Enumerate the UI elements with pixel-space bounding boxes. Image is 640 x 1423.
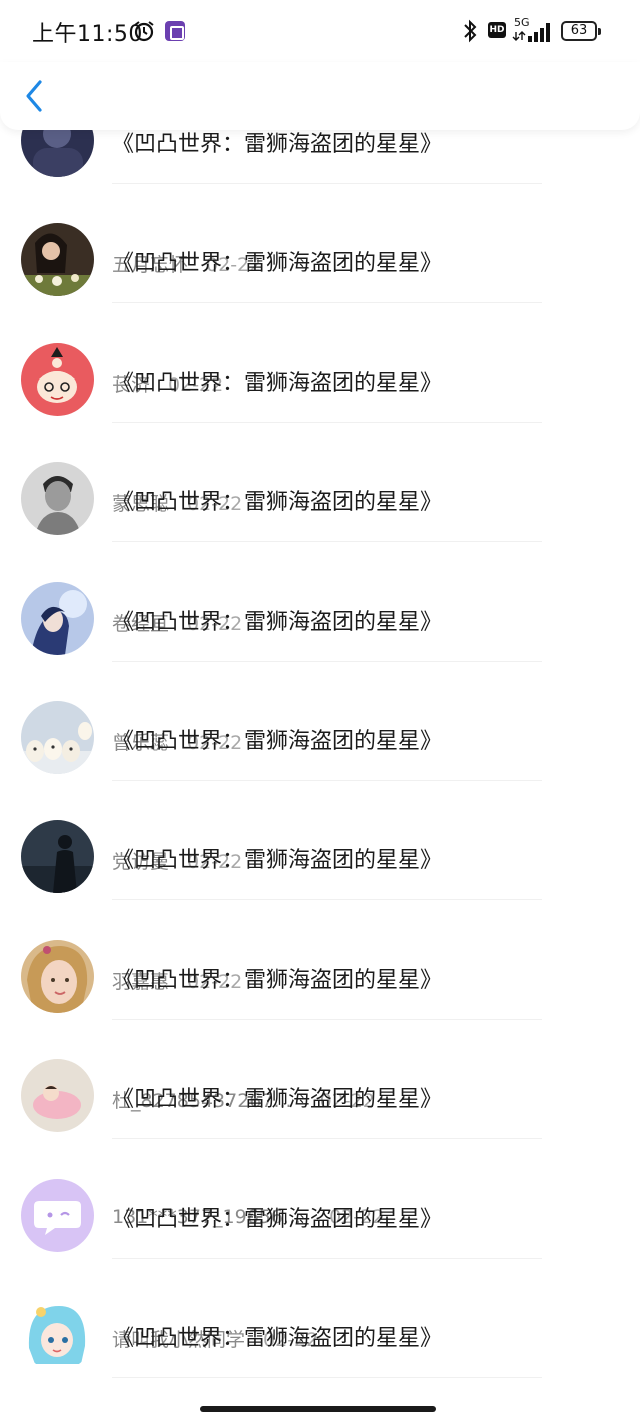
comment-item[interactable]: 卷经亘 02-22 《凹凸世界：雷狮海盗团的星星》 — [0, 559, 640, 678]
avatar[interactable] — [21, 1298, 94, 1371]
comment-text: 《凹凸世界：雷狮海盗团的星星》 — [112, 848, 443, 874]
divider — [112, 1018, 542, 1020]
comment-item[interactable]: 羽嘉惠 02-22 《凹凸世界：雷狮海盗团的星星》 — [0, 917, 640, 1036]
divider — [112, 302, 542, 304]
divider — [112, 1377, 542, 1378]
back-button[interactable] — [18, 76, 54, 116]
comment-item[interactable]: 苌济 02-22 《凹凸世界：雷狮海盗团的星星》 — [0, 320, 640, 439]
comment-text: 《凹凸世界：雷狮海盗团的星星》 — [112, 609, 443, 635]
comment-item[interactable]: 党访曼 02-22 《凹凸世界：雷狮海盗团的星星》 — [0, 797, 640, 916]
comment-text: 《凹凸世界：雷狮海盗团的星星》 — [112, 1326, 443, 1351]
status-time: 上午11:50 — [32, 22, 143, 47]
comment-text: 《凹凸世界：雷狮海盗团的星星》 — [112, 251, 443, 277]
top-nav-bar — [0, 62, 640, 130]
battery-indicator: 63 — [561, 21, 601, 41]
status-bar: 上午11:50 HD 5G 63 — [0, 0, 640, 62]
avatar[interactable] — [21, 701, 94, 774]
avatar[interactable] — [21, 342, 94, 416]
comment-item[interactable]: 五月忘怀 02-22 《凹凸世界：雷狮海盗团的星星》 — [0, 200, 640, 319]
avatar[interactable] — [21, 223, 94, 297]
comment-item[interactable]: 曾乐蕊 02-22 《凹凸世界：雷狮海盗团的星星》 — [0, 678, 640, 797]
avatar[interactable] — [21, 1178, 94, 1252]
hd-badge: HD — [488, 22, 506, 38]
divider — [112, 780, 542, 781]
comment-item[interactable]: 蒙思聪 02-22 《凹凸世界：雷狮海盗团的星星》 — [0, 439, 640, 558]
comment-text: 《凹凸世界：雷狮海盗团的星星》 — [112, 132, 443, 157]
comment-item[interactable]: 杜_82785437267... 02-22 《凹凸世界：雷狮海盗团的星星》 — [0, 1036, 640, 1155]
comment-item[interactable]: 请叫我小然同学 02-22 《凹凸世界：雷狮海盗团的星星》 — [0, 1275, 640, 1394]
divider — [112, 1138, 542, 1140]
divider — [112, 1257, 542, 1259]
comment-text: 《凹凸世界：雷狮海盗团的星星》 — [112, 729, 443, 754]
divider — [112, 421, 542, 423]
bluetooth-icon — [464, 19, 477, 43]
app-notification-icon — [165, 21, 185, 41]
home-indicator[interactable] — [200, 1406, 436, 1412]
comment-text: 《凹凸世界：雷狮海盗团的星星》 — [112, 967, 443, 993]
divider — [112, 899, 542, 901]
divider — [112, 541, 542, 543]
avatar[interactable] — [21, 939, 94, 1013]
avatar[interactable] — [21, 462, 94, 536]
comment-text: 《凹凸世界：雷狮海盗团的星星》 — [112, 490, 443, 516]
comment-item[interactable]: 131***377_19656... 02-22 《凹凸世界：雷狮海盗团的星星》 — [0, 1156, 640, 1275]
comment-text: 《凹凸世界：雷狮海盗团的星星》 — [112, 1206, 443, 1232]
avatar[interactable] — [21, 820, 94, 894]
comment-text: 《凹凸世界：雷狮海盗团的星星》 — [112, 1087, 443, 1113]
comment-text: 《凹凸世界：雷狮海盗团的星星》 — [112, 370, 443, 396]
divider — [112, 183, 542, 184]
avatar[interactable] — [21, 1059, 94, 1133]
alarm-icon — [134, 21, 154, 42]
signal-icon — [512, 23, 550, 42]
avatar[interactable] — [21, 581, 94, 655]
divider — [112, 660, 542, 662]
